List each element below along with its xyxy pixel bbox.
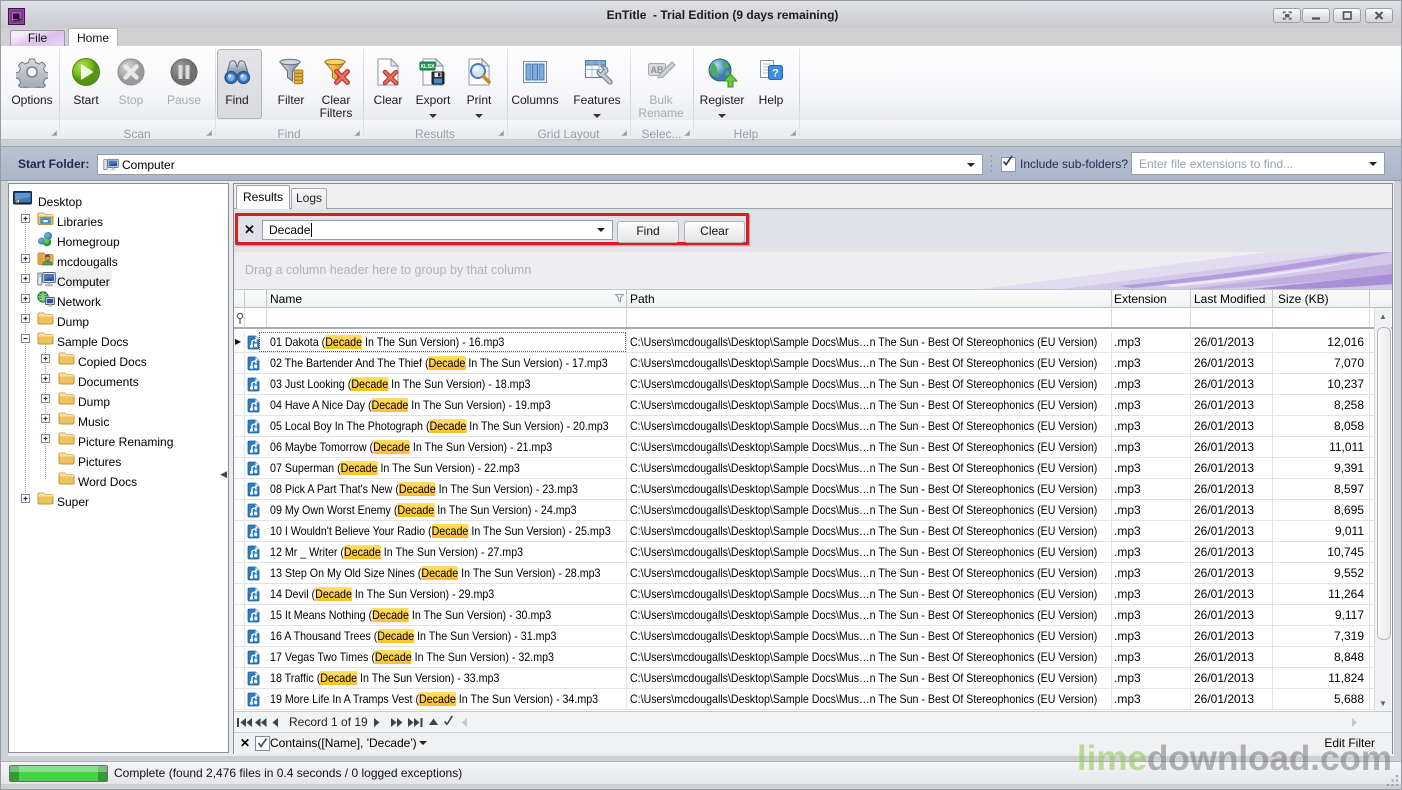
svg-text:XLSX: XLSX <box>420 64 435 70</box>
svg-text:?: ? <box>772 68 779 80</box>
